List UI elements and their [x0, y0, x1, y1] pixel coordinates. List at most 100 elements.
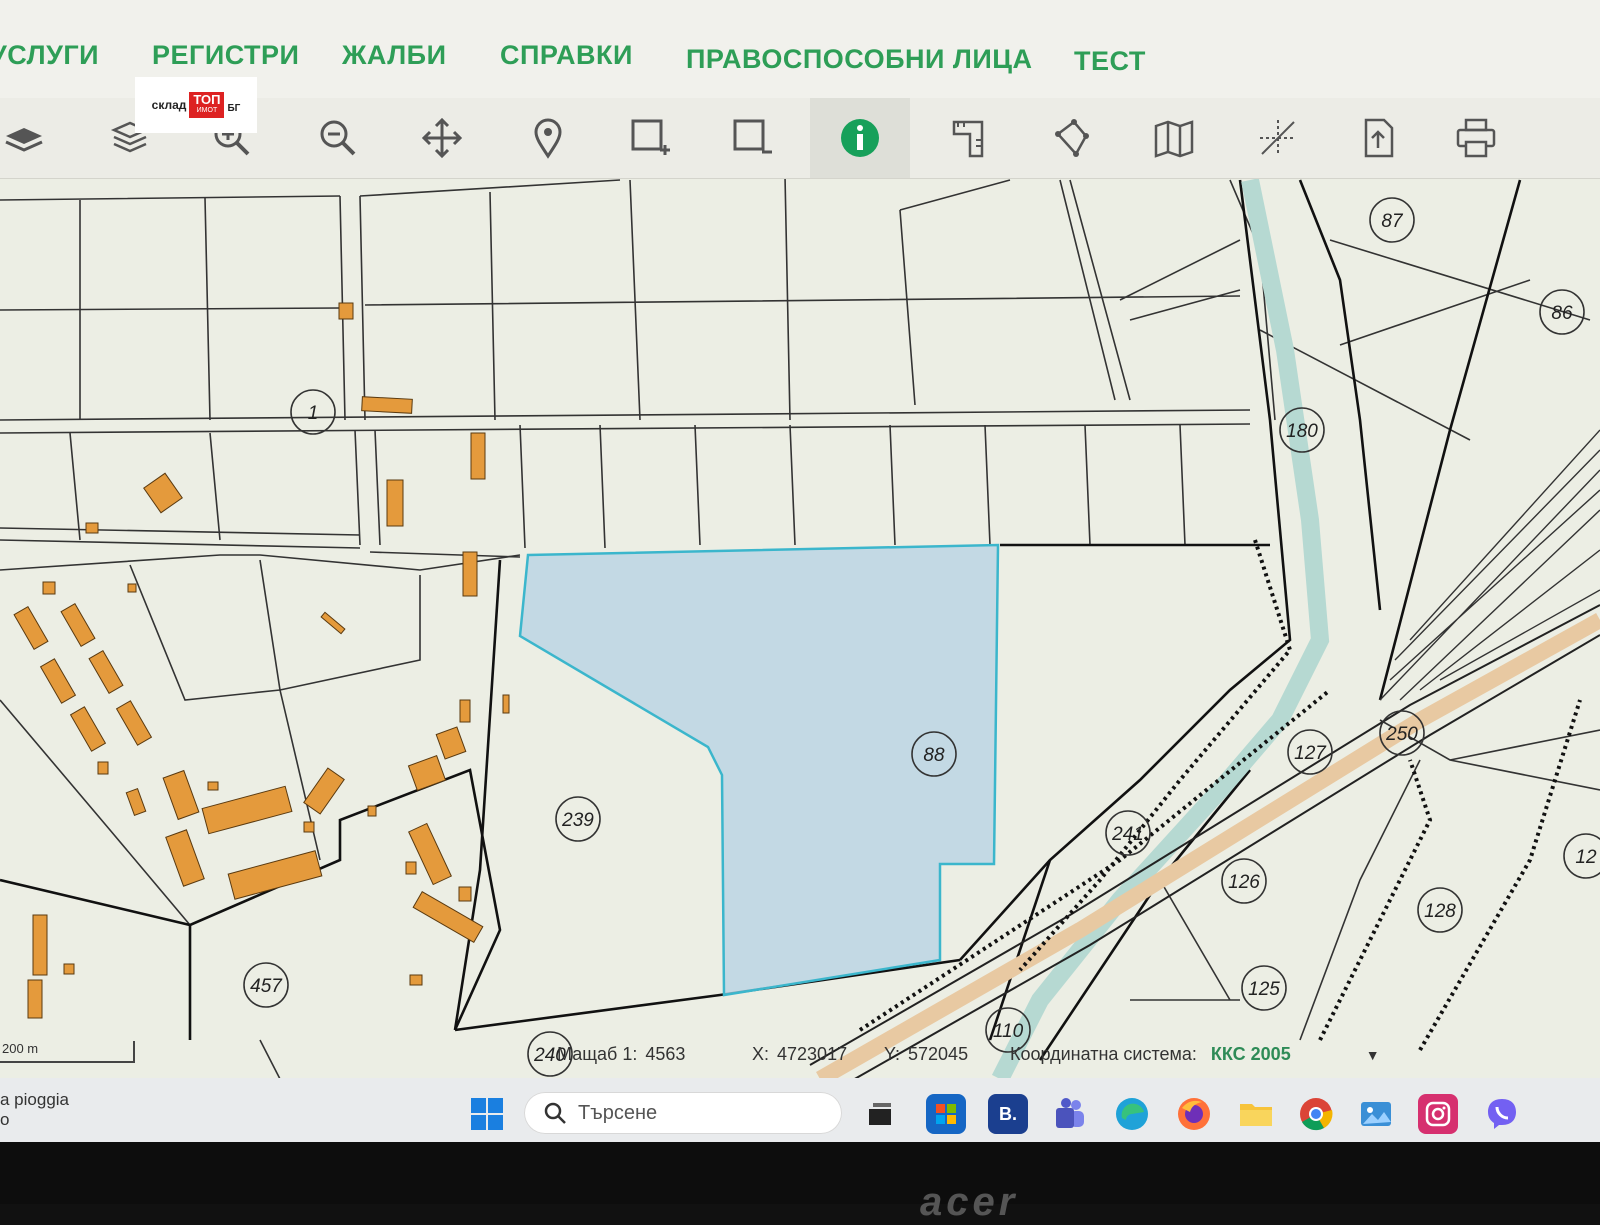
parcel-label-text: 250 [1385, 724, 1418, 745]
x-value: 4723017 [777, 1044, 848, 1064]
weather-widget[interactable]: a pioggia o [0, 1090, 69, 1130]
coordinate-system-label: Координатна система: [1010, 1044, 1197, 1064]
windows-start-icon [471, 1098, 503, 1130]
parcel-label-text: 86 [1551, 303, 1573, 324]
parcel-label-text: 241 [1111, 824, 1144, 845]
info-icon [841, 119, 879, 157]
info-button[interactable] [810, 98, 910, 178]
chevron-down-icon[interactable]: ▼ [1366, 1047, 1380, 1063]
x-label: X: [752, 1044, 770, 1064]
parcel-label-text: 125 [1248, 979, 1280, 1000]
layers-icon [5, 128, 43, 152]
file-explorer-icon [1240, 1104, 1272, 1126]
print-icon [1456, 118, 1496, 158]
teams-button[interactable] [1050, 1094, 1090, 1134]
location-pin-button[interactable] [516, 106, 580, 170]
parcel-label-text: 88 [923, 745, 945, 766]
store-button[interactable] [926, 1094, 966, 1134]
chrome-icon [1300, 1098, 1333, 1131]
laptop-brand: acer [920, 1180, 1019, 1224]
layers-button[interactable] [0, 106, 56, 170]
y-value: 572045 [908, 1044, 969, 1064]
scale-bar: 200 m [0, 1041, 135, 1063]
x-readout: X: 4723017 [752, 1044, 847, 1065]
y-label: Y: [884, 1044, 901, 1064]
parcel-label-text: 128 [1424, 901, 1456, 922]
parcel-label-text: 110 [993, 1021, 1024, 1042]
instagram-button[interactable] [1418, 1094, 1458, 1134]
weather-text: a pioggia [0, 1090, 70, 1109]
export-icon [1364, 118, 1394, 158]
coordinate-system-value[interactable]: ККС 2005 [1211, 1044, 1291, 1064]
cadastral-map[interactable]: 87 86 1 180 88 239 127 250 241 126 128 457 125 110 240… [0, 179, 1600, 1079]
add-rectangle-icon [631, 119, 670, 155]
laptop-bezel [0, 1142, 1600, 1204]
viber-button[interactable] [1482, 1094, 1522, 1134]
add-rectangle-button[interactable] [618, 106, 682, 170]
export-button[interactable] [1346, 106, 1410, 170]
task-view-button[interactable] [860, 1094, 900, 1134]
measure-button[interactable] [936, 106, 1000, 170]
menu-item-references[interactable]: СПРАВКИ [500, 40, 633, 71]
polygon-icon [1055, 119, 1089, 157]
polygon-button[interactable] [1040, 106, 1104, 170]
chrome-button[interactable] [1296, 1094, 1336, 1134]
parcel-label-text: 127 [1294, 743, 1327, 764]
weather-subtext: o [0, 1110, 10, 1129]
coordinate-system-readout: Координатна система: ККС 2005 ▼ [1010, 1044, 1380, 1065]
firefox-button[interactable] [1174, 1094, 1214, 1134]
task-view-icon [869, 1103, 891, 1125]
site-logo: склад ТОП ИМОТ БГ [135, 77, 257, 133]
crosshair-icon [1260, 120, 1296, 156]
store-icon [936, 1104, 956, 1124]
firefox-icon [1178, 1098, 1210, 1130]
viber-icon [1488, 1099, 1516, 1129]
photos-icon [1361, 1102, 1391, 1126]
map-canvas[interactable]: 8786118088239127250241126128457 125110240… [0, 179, 1600, 1079]
menu-item-services[interactable]: УСЛУГИ [0, 40, 99, 71]
parcel-label-text: 1 [308, 403, 319, 424]
teams-icon [1056, 1098, 1084, 1128]
parcel-label-text: 180 [1286, 421, 1318, 442]
parcel-label-text: 87 [1381, 211, 1404, 232]
remove-rectangle-icon [733, 119, 772, 154]
y-readout: Y: 572045 [884, 1044, 968, 1065]
logo-text-right: БГ [227, 102, 241, 114]
parcel-label-text: 12 [1575, 847, 1597, 868]
zoom-out-icon [320, 120, 356, 156]
menu-item-licensed-persons[interactable]: ПРАВОСПОСОБНИ ЛИЦА [686, 44, 1033, 75]
scale-readout: Мащаб 1: 4563 [557, 1044, 685, 1065]
booking-button[interactable]: B. [988, 1094, 1028, 1134]
screen: УСЛУГИ РЕГИСТРИ ЖАЛБИ СПРАВКИ ПРАВОСПОСО… [0, 0, 1600, 1140]
location-pin-icon [534, 118, 562, 159]
logo-badge-top: ТОП [193, 92, 221, 107]
logo-text-left: склад [151, 98, 187, 112]
parcel-label-text: 239 [561, 810, 594, 831]
zoom-out-button[interactable] [306, 106, 370, 170]
instagram-icon [1425, 1101, 1451, 1127]
search-placeholder: Търсене [578, 1101, 658, 1124]
logo-badge: ТОП ИМОТ [189, 92, 225, 118]
windows-start-button[interactable] [467, 1094, 507, 1134]
edge-icon [1116, 1098, 1148, 1130]
scale-label: Мащаб 1: [557, 1044, 638, 1064]
remove-rectangle-button[interactable] [720, 106, 784, 170]
map-icon [1154, 120, 1194, 158]
photos-button[interactable] [1356, 1094, 1396, 1134]
parcel-label-text: 457 [250, 976, 283, 997]
measure-icon [952, 120, 984, 158]
pan-button[interactable] [410, 106, 474, 170]
crosshair-button[interactable] [1246, 106, 1310, 170]
logo-badge-bottom: ИМОТ [196, 107, 218, 114]
scale-value: 4563 [645, 1044, 686, 1064]
map-button[interactable] [1142, 106, 1206, 170]
file-explorer-button[interactable] [1236, 1094, 1276, 1134]
menu-item-registers[interactable]: РЕГИСТРИ [152, 40, 299, 71]
pan-icon [421, 117, 463, 159]
edge-button[interactable] [1112, 1094, 1152, 1134]
print-button[interactable] [1444, 106, 1508, 170]
parcel-label-text: 126 [1228, 872, 1260, 893]
taskbar-search[interactable]: Търсене [524, 1092, 842, 1134]
menu-item-complaints[interactable]: ЖАЛБИ [342, 40, 447, 71]
menu-item-test[interactable]: ТЕСТ [1074, 46, 1146, 77]
